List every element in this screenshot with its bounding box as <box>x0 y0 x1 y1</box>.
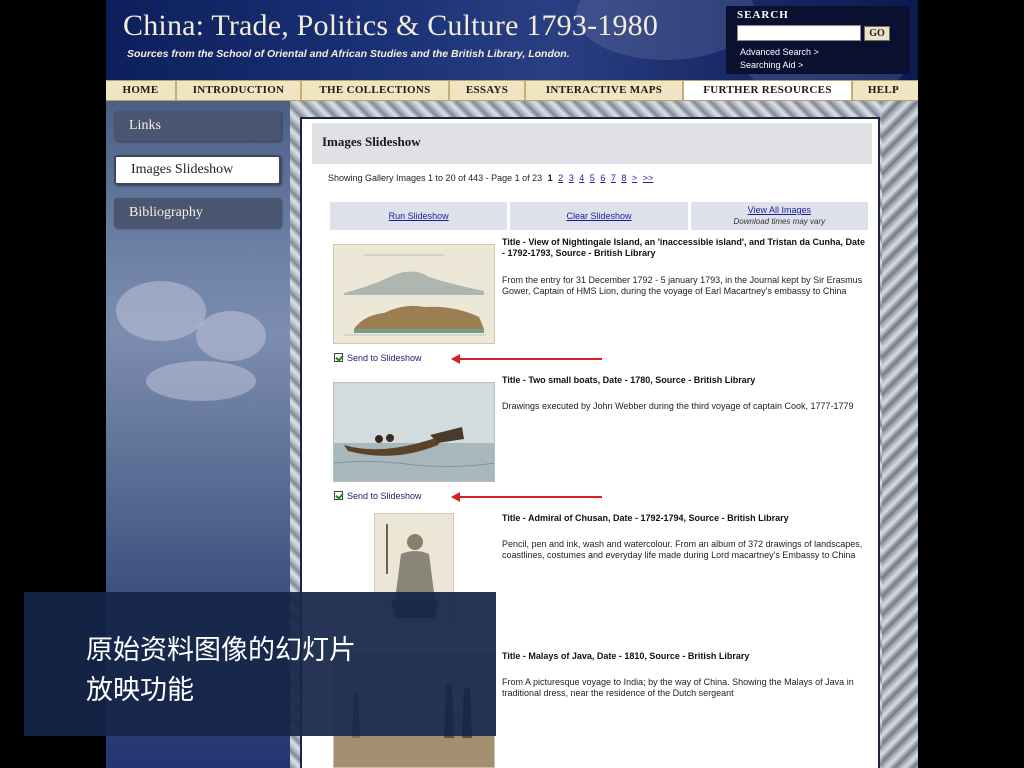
search-input[interactable] <box>737 25 861 41</box>
pagination-summary: Showing Gallery Images 1 to 20 of 443 - … <box>328 173 543 183</box>
searching-aid-link[interactable]: Searching Aid > <box>740 60 803 70</box>
gallery-entry: Title - View of Nightingale Island, an '… <box>330 237 870 367</box>
nav-home[interactable]: HOME <box>106 81 177 100</box>
entry-title: Title - View of Nightingale Island, an '… <box>502 237 866 258</box>
island-thumbnail[interactable] <box>333 244 495 344</box>
content-header: Images Slideshow <box>312 123 872 164</box>
pagination-next[interactable]: > <box>632 173 637 183</box>
pagination-last[interactable]: >> <box>643 173 654 183</box>
entry-description: Drawings executed by John Webber during … <box>502 401 854 411</box>
pagination-page-5[interactable]: 5 <box>590 173 595 183</box>
island-sketch-image <box>334 245 494 343</box>
pagination-page-6[interactable]: 6 <box>600 173 605 183</box>
sidebar-item-links[interactable]: Links <box>114 111 281 141</box>
send-to-slideshow[interactable]: Send to Slideshow <box>334 353 422 363</box>
download-note: Download times may vary <box>733 217 826 226</box>
entry-title: Title - Admiral of Chusan, Date - 1792-1… <box>502 513 789 523</box>
caption-line-2: 放映功能 <box>86 675 194 706</box>
page-title: Images Slideshow <box>322 134 421 149</box>
slide-caption-overlay: 原始资料图像的幻灯片 放映功能 <box>24 592 496 736</box>
pagination-current-page: 1 <box>547 173 553 183</box>
site-title: China: Trade, Politics & Culture 1793-19… <box>123 9 659 42</box>
sidebar-item-images-slideshow[interactable]: Images Slideshow <box>114 155 281 185</box>
slideshow-actions: Run Slideshow Clear Slideshow View All I… <box>330 202 868 230</box>
nav-the-collections[interactable]: THE COLLECTIONS <box>302 81 450 100</box>
red-arrow-annotation <box>451 354 602 364</box>
sidebar-decoration <box>196 311 266 361</box>
send-to-slideshow[interactable]: Send to Slideshow <box>334 491 422 501</box>
nav-introduction[interactable]: INTRODUCTION <box>177 81 302 100</box>
send-to-slideshow-label: Send to Slideshow <box>347 353 422 363</box>
view-all-cell: View All Images Download times may vary <box>690 202 868 230</box>
entry-description: Pencil, pen and ink, wash and watercolou… <box>502 539 863 560</box>
advanced-search-link[interactable]: Advanced Search > <box>740 47 819 57</box>
send-to-slideshow-label: Send to Slideshow <box>347 491 422 501</box>
pagination-page-8[interactable]: 8 <box>621 173 626 183</box>
gallery-entry: Title - Two small boats, Date - 1780, So… <box>330 375 870 505</box>
nav-help[interactable]: HELP <box>853 81 914 100</box>
entry-description: From A picturesque voyage to India; by t… <box>502 677 854 698</box>
pagination-page-2[interactable]: 2 <box>558 173 563 183</box>
clear-slideshow-link[interactable]: Clear Slideshow <box>566 211 631 221</box>
red-arrow-annotation <box>451 492 602 502</box>
search-panel: SEARCH GO Advanced Search > Searching Ai… <box>726 6 910 74</box>
main-nav: HOME INTRODUCTION THE COLLECTIONS ESSAYS… <box>106 80 918 101</box>
pattern-border <box>882 101 918 768</box>
search-go-button[interactable]: GO <box>864 26 890 41</box>
pagination: Showing Gallery Images 1 to 20 of 443 - … <box>328 173 653 183</box>
site-header: China: Trade, Politics & Culture 1793-19… <box>106 0 918 80</box>
entry-title: Title - Malays of Java, Date - 1810, Sou… <box>502 651 750 661</box>
pagination-page-7[interactable]: 7 <box>611 173 616 183</box>
pagination-page-3[interactable]: 3 <box>569 173 574 183</box>
entry-description: From the entry for 31 December 1792 - 5 … <box>502 275 863 296</box>
nav-further-resources[interactable]: FURTHER RESOURCES <box>684 81 853 100</box>
nav-essays[interactable]: ESSAYS <box>450 81 526 100</box>
boats-thumbnail[interactable] <box>333 382 495 482</box>
entry-title: Title - Two small boats, Date - 1780, So… <box>502 375 756 385</box>
slideshow-checkbox[interactable] <box>334 491 343 500</box>
sidebar-item-bibliography[interactable]: Bibliography <box>114 198 281 228</box>
clear-slideshow-cell: Clear Slideshow <box>510 202 688 230</box>
view-all-images-link[interactable]: View All Images <box>748 205 811 215</box>
run-slideshow-link[interactable]: Run Slideshow <box>389 211 449 221</box>
search-label: SEARCH <box>737 9 789 21</box>
pagination-page-4[interactable]: 4 <box>579 173 584 183</box>
slideshow-checkbox[interactable] <box>334 353 343 362</box>
boats-painting-image <box>334 383 494 481</box>
sidebar-decoration <box>116 281 206 341</box>
site-subtitle: Sources from the School of Oriental and … <box>127 48 570 60</box>
run-slideshow-cell: Run Slideshow <box>330 202 508 230</box>
nav-interactive-maps[interactable]: INTERACTIVE MAPS <box>526 81 684 100</box>
caption-line-1: 原始资料图像的幻灯片 <box>86 635 356 666</box>
sidebar-decoration <box>146 361 256 401</box>
